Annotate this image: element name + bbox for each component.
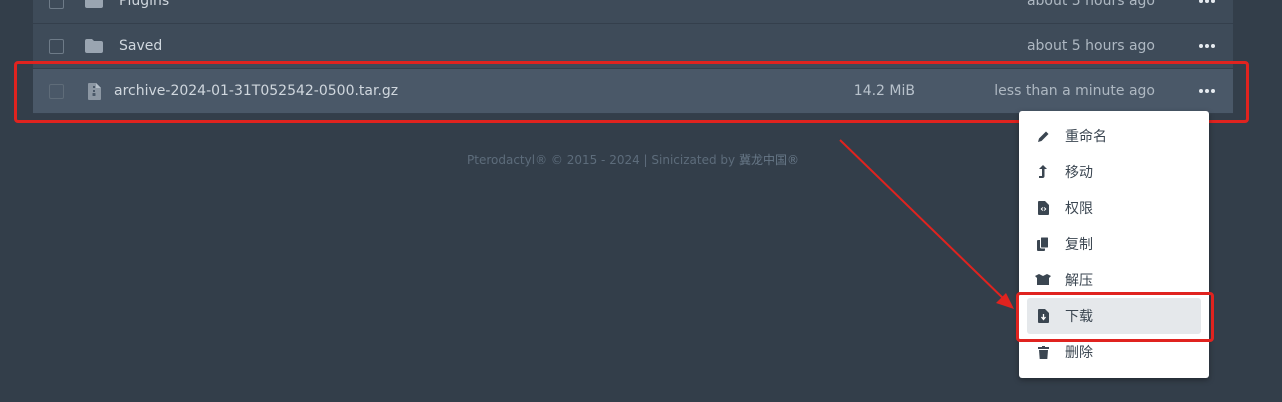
trash-icon [1035, 344, 1051, 360]
menu-item-label: 删除 [1065, 345, 1093, 361]
menu-item-copy[interactable]: 复制 [1027, 226, 1201, 262]
menu-item-label: 复制 [1065, 237, 1093, 253]
menu-item-move[interactable]: 移动 [1027, 154, 1201, 190]
move-arrow-icon [1035, 164, 1051, 180]
menu-item-label: 权限 [1065, 201, 1093, 217]
box-open-icon [1035, 272, 1051, 288]
copy-icon [1035, 236, 1051, 252]
menu-item-rename[interactable]: 重命名 [1027, 118, 1201, 154]
pencil-icon [1035, 128, 1051, 144]
menu-item-label: 解压 [1065, 273, 1093, 289]
menu-item-label: 重命名 [1065, 129, 1107, 145]
file-code-icon [1035, 200, 1051, 216]
menu-item-label: 移动 [1065, 165, 1093, 181]
menu-item-permissions[interactable]: 权限 [1027, 190, 1201, 226]
annotation-highlight-download [1016, 292, 1214, 342]
